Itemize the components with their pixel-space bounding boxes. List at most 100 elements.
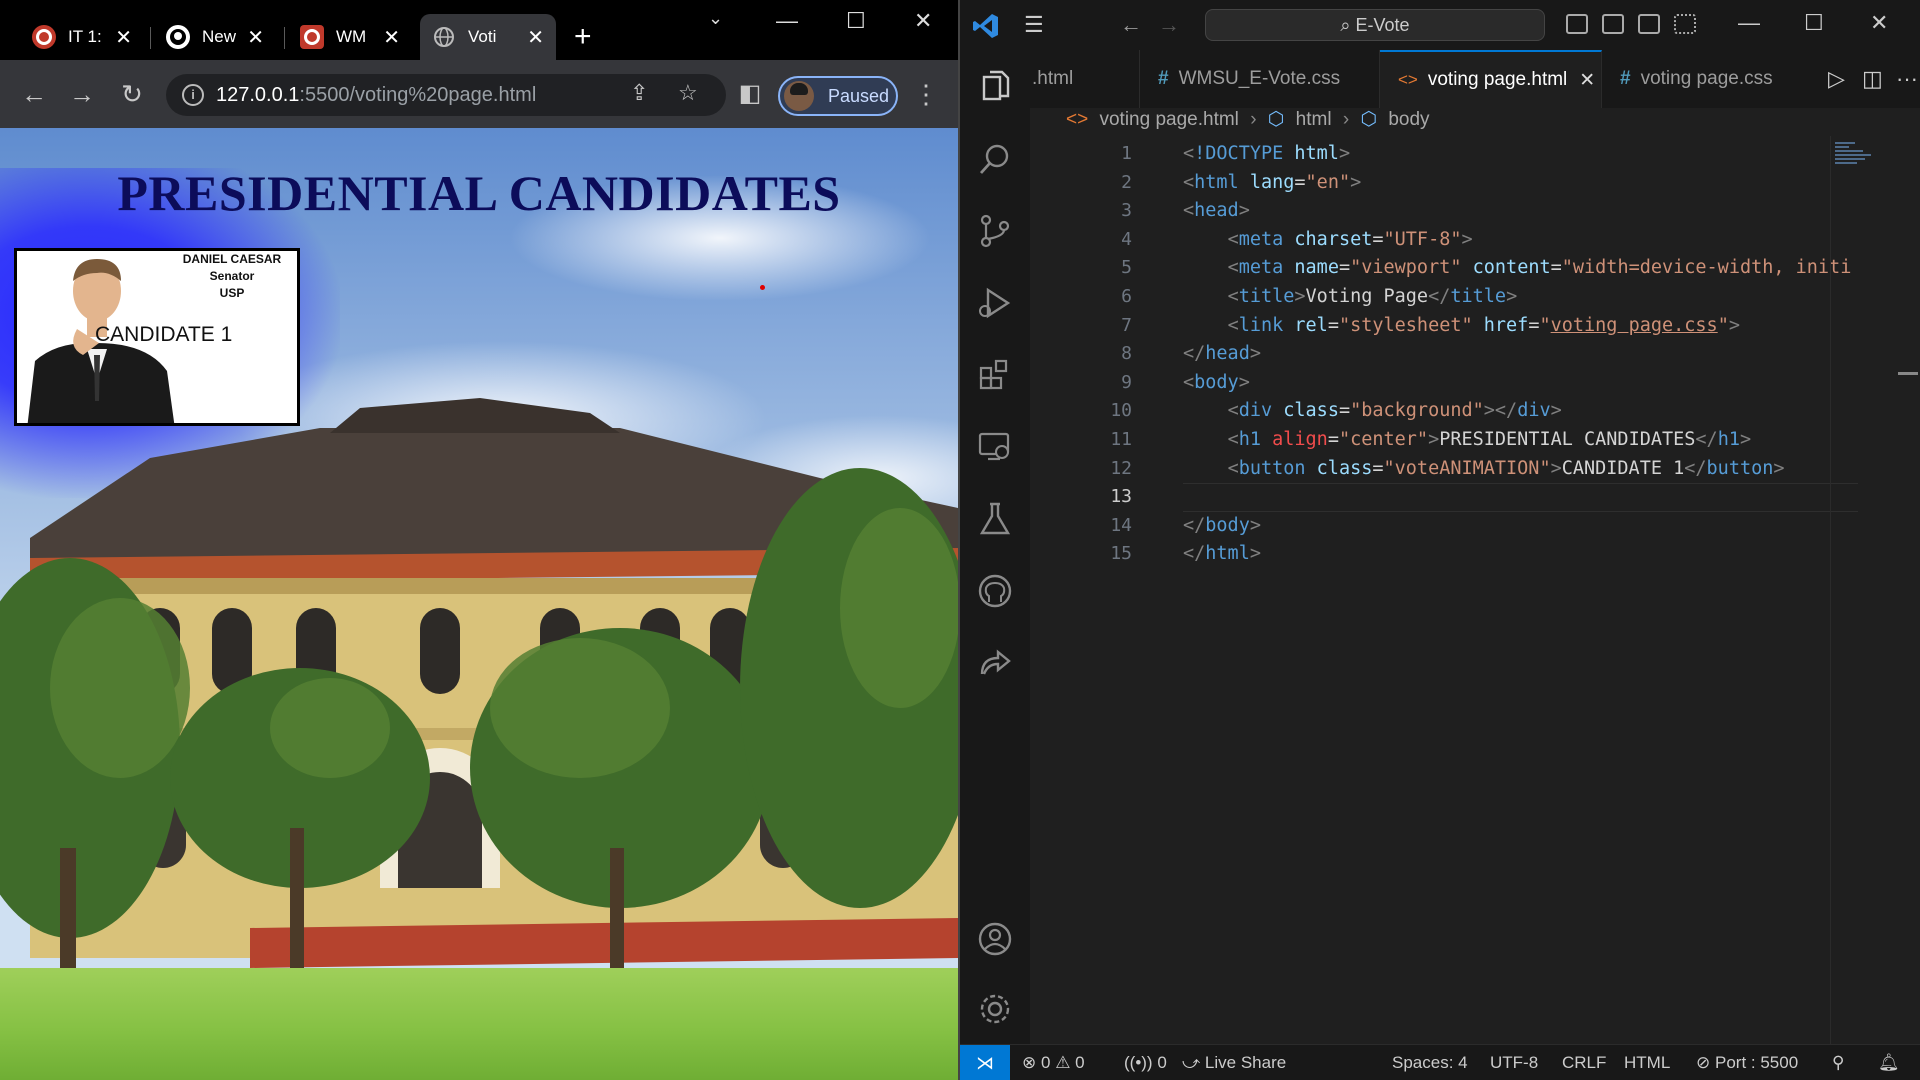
- notifications-bell-icon[interactable]: 🔔︎: [1878, 1053, 1900, 1073]
- code-line[interactable]: </body>: [1183, 512, 1863, 541]
- address-url[interactable]: 127.0.0.1:5500/voting%20page.html: [216, 84, 536, 107]
- close-tab-icon[interactable]: ✕: [1579, 69, 1595, 92]
- tab-search-chevron-icon[interactable]: ⌄: [708, 8, 723, 29]
- browser-tab-voting[interactable]: Voti ✕: [420, 14, 556, 60]
- source-control-icon[interactable]: [976, 212, 1014, 250]
- split-editor-icon[interactable]: ◫: [1862, 66, 1883, 92]
- encoding-status[interactable]: UTF-8: [1490, 1053, 1538, 1073]
- university-seal-icon: [32, 25, 56, 49]
- github-icon[interactable]: [976, 572, 1014, 610]
- nav-forward-icon[interactable]: →: [1158, 12, 1180, 38]
- settings-gear-icon[interactable]: [976, 990, 1014, 1028]
- forward-arrow-icon[interactable]: →: [66, 78, 98, 110]
- tab-voting-page-css[interactable]: # voting page.css: [1602, 50, 1802, 108]
- code-line[interactable]: <!DOCTYPE html>: [1183, 140, 1863, 169]
- line-number: 6: [1121, 285, 1132, 307]
- code-editor[interactable]: 1 2 3 4 5 6 7 8 9 10 11 12 13 14 15 <!DO…: [1030, 140, 1860, 1040]
- code-line[interactable]: <div class="background"></div>: [1183, 397, 1863, 426]
- side-panel-icon[interactable]: ◧: [734, 78, 766, 110]
- candidate-1-button[interactable]: DANIEL CAESAR Senator USP CANDIDATE 1: [14, 248, 300, 426]
- browser-tab-title: New: [202, 27, 237, 46]
- code-line[interactable]: <button class="voteANIMATION">CANDIDATE …: [1183, 455, 1863, 484]
- profile-status: Paused: [828, 86, 890, 106]
- code-line[interactable]: <meta charset="UTF-8">: [1183, 226, 1863, 255]
- share-icon[interactable]: ⇪: [630, 80, 648, 106]
- toggle-primary-sidebar-icon[interactable]: [1566, 14, 1588, 34]
- code-line[interactable]: <body>: [1183, 369, 1863, 398]
- code-line[interactable]: <meta name="viewport" content="width=dev…: [1183, 254, 1863, 283]
- maximize-icon[interactable]: ☐: [846, 8, 866, 34]
- code-line[interactable]: <h1 align="center">PRESIDENTIAL CANDIDAT…: [1183, 426, 1863, 455]
- eol-status[interactable]: CRLF: [1562, 1053, 1606, 1073]
- code-line[interactable]: [1183, 483, 1863, 512]
- site-info-icon[interactable]: i: [182, 84, 204, 106]
- bookmark-star-icon[interactable]: ☆: [678, 80, 698, 106]
- candidate-button-label: CANDIDATE 1: [95, 323, 233, 346]
- remote-explorer-icon[interactable]: [976, 428, 1014, 466]
- tab-label: .html: [1032, 68, 1074, 89]
- close-tab-icon[interactable]: ✕: [383, 25, 400, 50]
- web-page-viewport: PRESIDENTIAL CANDIDATES DANIEL CAESAR Se…: [0, 128, 958, 1080]
- breadcrumb-html[interactable]: html: [1296, 109, 1332, 130]
- maximize-icon[interactable]: ☐: [1804, 10, 1824, 36]
- code-line[interactable]: <title>Voting Page</title>: [1183, 283, 1863, 312]
- nav-back-icon[interactable]: ←: [1120, 12, 1142, 38]
- explorer-icon[interactable]: [976, 68, 1014, 106]
- reload-icon[interactable]: ↻: [116, 78, 148, 110]
- tab-wmsu-css[interactable]: # WMSU_E-Vote.css: [1140, 50, 1380, 108]
- browser-tab-title: IT 1:: [68, 27, 102, 46]
- run-debug-icon[interactable]: [976, 284, 1014, 322]
- feedback-icon[interactable]: ⚲: [1832, 1053, 1844, 1073]
- search-icon[interactable]: [976, 140, 1014, 178]
- customize-layout-icon[interactable]: [1674, 14, 1696, 34]
- tab-voting-page-html[interactable]: <> voting page.html ✕: [1380, 50, 1602, 108]
- new-tab-button[interactable]: +: [574, 22, 592, 52]
- browser-tab-wmsu[interactable]: WM ✕: [288, 14, 412, 60]
- code-line[interactable]: <link rel="stylesheet" href="voting page…: [1183, 312, 1863, 341]
- close-tab-icon[interactable]: ✕: [527, 25, 544, 50]
- kebab-menu-icon[interactable]: ⋮: [910, 78, 942, 110]
- address-bar[interactable]: i 127.0.0.1:5500/voting%20page.html ⇪ ☆: [166, 74, 726, 116]
- live-share-status[interactable]: ⤻ Live Share: [1182, 1053, 1286, 1073]
- extensions-icon[interactable]: [976, 356, 1014, 394]
- tab-html-partial[interactable]: .html: [1030, 50, 1140, 108]
- html-file-icon: <>: [1398, 70, 1418, 89]
- accounts-icon[interactable]: [976, 920, 1014, 958]
- close-window-icon[interactable]: ✕: [1870, 10, 1888, 36]
- toggle-panel-icon[interactable]: [1602, 14, 1624, 34]
- code-line[interactable]: <head>: [1183, 197, 1863, 226]
- remote-indicator-icon[interactable]: ⋊: [960, 1045, 1010, 1080]
- minimap[interactable]: [1830, 136, 1910, 1044]
- language-mode-status[interactable]: HTML: [1624, 1053, 1670, 1073]
- breadcrumb-file[interactable]: voting page.html: [1099, 109, 1238, 130]
- back-arrow-icon[interactable]: ←: [18, 78, 50, 110]
- profile-button[interactable]: Paused: [778, 76, 898, 116]
- close-tab-icon[interactable]: ✕: [115, 25, 132, 50]
- ports-indicator[interactable]: ((•)) 0: [1124, 1053, 1167, 1073]
- problems-indicator[interactable]: ⊗ 0 ⚠ 0: [1022, 1053, 1085, 1073]
- browser-tab-it[interactable]: IT 1: ✕: [20, 14, 144, 60]
- toggle-secondary-sidebar-icon[interactable]: [1638, 14, 1660, 34]
- vscode-title-bar: ☰ ← → ⌕ E-Vote — ☐ ✕: [960, 0, 1920, 50]
- indentation-status[interactable]: Spaces: 4: [1392, 1053, 1468, 1073]
- university-seal-icon: [300, 25, 324, 49]
- scrollbar-marker[interactable]: [1898, 372, 1918, 375]
- testing-flask-icon[interactable]: [976, 500, 1014, 538]
- close-window-icon[interactable]: ✕: [914, 8, 932, 34]
- minimize-icon[interactable]: —: [1738, 10, 1760, 36]
- live-share-icon[interactable]: [976, 644, 1014, 682]
- close-tab-icon[interactable]: ✕: [247, 25, 264, 50]
- code-line[interactable]: </head>: [1183, 340, 1863, 369]
- browser-tab-title: Voti: [468, 27, 497, 46]
- chevron-right-icon: ›: [1342, 109, 1350, 130]
- minimize-icon[interactable]: —: [776, 8, 798, 34]
- live-server-port-status[interactable]: ⊘ Port : 5500: [1696, 1053, 1798, 1073]
- code-line[interactable]: </html>: [1183, 540, 1863, 569]
- run-preview-icon[interactable]: ▷: [1828, 66, 1845, 92]
- code-line[interactable]: <html lang="en">: [1183, 169, 1863, 198]
- more-actions-icon[interactable]: ···: [1896, 66, 1918, 92]
- command-center-search[interactable]: ⌕ E-Vote: [1205, 9, 1545, 41]
- hamburger-menu-icon[interactable]: ☰: [1024, 12, 1044, 38]
- breadcrumb-body[interactable]: body: [1388, 109, 1429, 130]
- browser-tab-github[interactable]: New ✕: [154, 14, 276, 60]
